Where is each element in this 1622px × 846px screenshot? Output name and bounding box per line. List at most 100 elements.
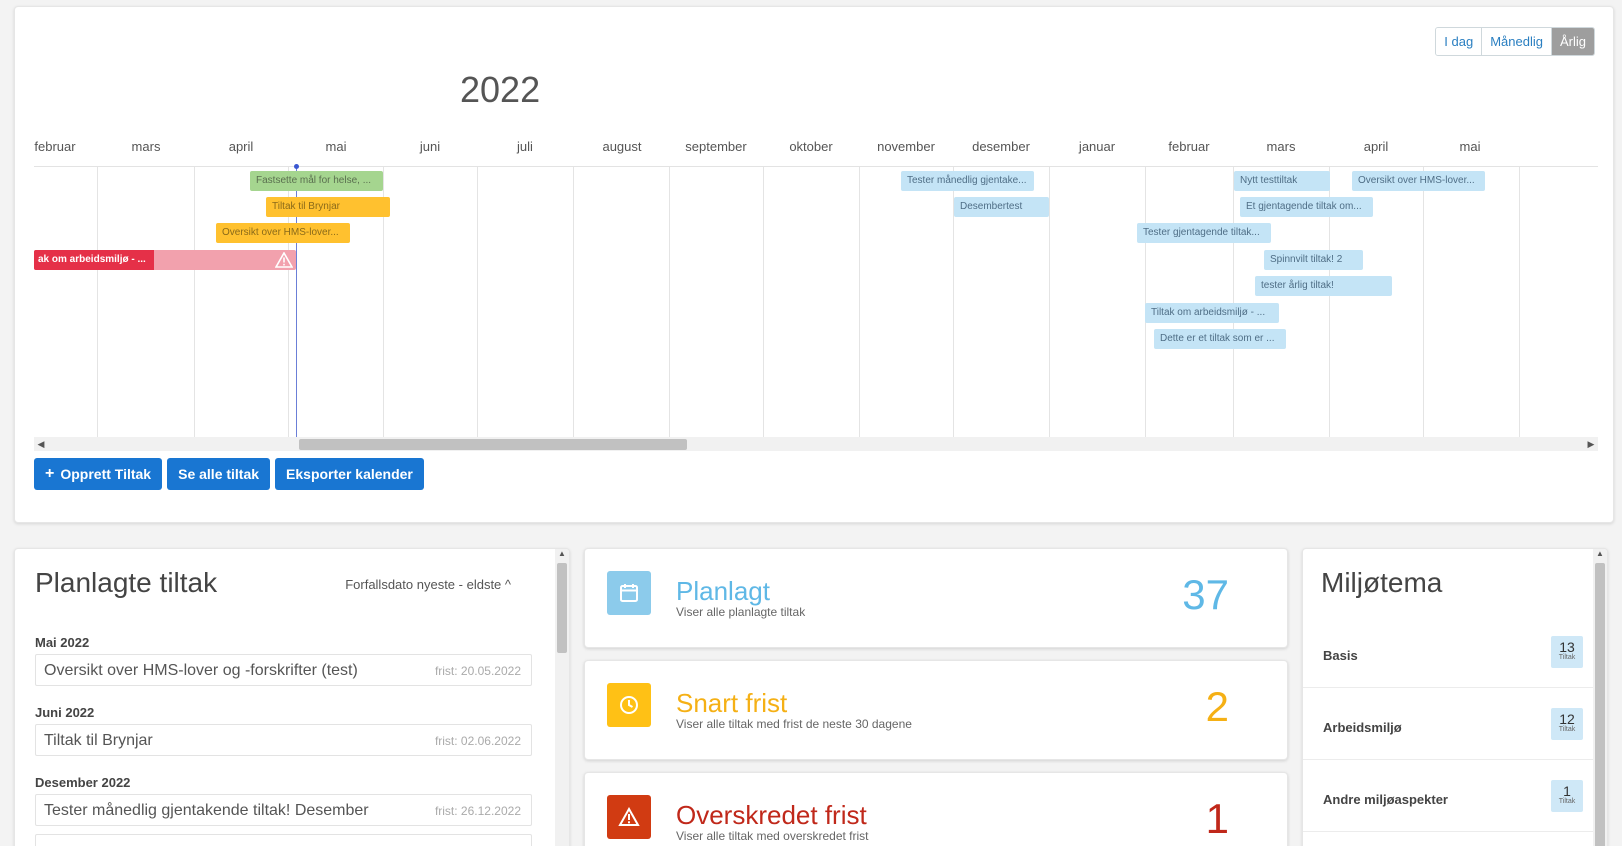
count-badge: 12 Tiltak — [1551, 708, 1583, 740]
calendar-card: I dag Månedlig Årlig 2022 februar mars a… — [14, 6, 1614, 523]
gridline — [1519, 167, 1520, 437]
calendar-event[interactable]: Tiltak om arbeidsmiljø - ... — [1145, 303, 1279, 323]
group-label: Desember 2022 — [35, 775, 131, 790]
calendar-year: 2022 — [460, 69, 541, 110]
month-label: april — [1363, 139, 1389, 154]
count-badge: 13 Tiltak — [1551, 636, 1583, 668]
planned-item-title: Oversikt over HMS-lover og -forskrifter … — [44, 662, 358, 679]
stat-count: 1 — [1205, 795, 1229, 842]
month-label: august — [602, 139, 642, 154]
planned-item[interactable] — [35, 834, 532, 846]
calendar-event[interactable]: Et gjentagende tiltak om... — [1240, 197, 1373, 217]
stat-title: Overskredet frist — [676, 800, 867, 830]
scroll-up-icon[interactable]: ▲ — [555, 549, 569, 558]
environment-item[interactable]: Andre miljøaspekter 1 Tiltak — [1303, 760, 1593, 832]
calendar-event[interactable]: Tester gjentagende tiltak... — [1137, 223, 1271, 243]
month-header: februar mars april mai juni juli august … — [34, 127, 1598, 167]
calendar-event[interactable]: Oversikt over HMS-lover... — [1352, 171, 1485, 191]
plus-icon: + — [45, 465, 55, 482]
planned-item-due: frist: 26.12.2022 — [434, 804, 521, 818]
gridline — [763, 167, 764, 437]
stat-subtitle: Viser alle tiltak med overskredet frist — [676, 829, 869, 843]
stat-icon-box — [607, 571, 651, 615]
view-monthly-button[interactable]: Månedlig — [1482, 28, 1552, 55]
environment-item[interactable]: Basis 13 Tiltak — [1303, 616, 1593, 688]
planned-item[interactable]: Oversikt over HMS-lover og -forskrifter … — [35, 654, 532, 686]
badge-unit: Tiltak — [1558, 654, 1576, 661]
planned-item[interactable]: Tester månedlig gjentakende tiltak! Dese… — [35, 794, 532, 826]
gridline — [97, 167, 98, 437]
planned-item-title: Tester månedlig gjentakende tiltak! Dese… — [44, 802, 369, 819]
calendar-event[interactable]: Tester månedlig gjentake... — [901, 171, 1034, 191]
stat-count: 37 — [1182, 571, 1229, 618]
month-label: april — [228, 139, 254, 154]
calendar-event[interactable]: Tiltak til Brynjar — [266, 197, 390, 217]
gridline — [194, 167, 195, 437]
timeline-scrollbar[interactable]: ◀ ▶ — [34, 437, 1598, 451]
scroll-right-icon[interactable]: ▶ — [1584, 437, 1598, 451]
month-label: desember — [972, 139, 1030, 154]
calendar-event[interactable]: Dette er et tiltak som er ... — [1154, 329, 1286, 349]
stat-title: Snart frist — [676, 688, 788, 718]
sort-toggle[interactable]: Forfallsdato nyeste - eldste ^ — [345, 577, 511, 592]
gridline — [1423, 167, 1424, 437]
stat-count: 2 — [1205, 683, 1229, 730]
calendar-event[interactable]: Fastsette mål for helse, ... — [250, 171, 383, 191]
view-today-button[interactable]: I dag — [1436, 28, 1483, 55]
gridline — [859, 167, 860, 437]
today-marker-dot — [294, 164, 299, 169]
calendar-event[interactable]: tester årlig tiltak! — [1255, 276, 1392, 296]
month-label: mai — [1459, 139, 1481, 154]
gridline — [1049, 167, 1050, 437]
calendar-event[interactable]: Nytt testtiltak — [1234, 171, 1330, 191]
create-action-button[interactable]: + Opprett Tiltak — [34, 458, 163, 490]
environment-title: Miljøtema — [1321, 567, 1443, 598]
view-yearly-button[interactable]: Årlig — [1551, 28, 1594, 55]
stat-card-planned[interactable]: Planlagt Viser alle planlagte tiltak 37 — [584, 548, 1288, 648]
badge-unit: Tiltak — [1558, 726, 1576, 733]
group-label: Mai 2022 — [35, 635, 90, 650]
stat-icon-box — [607, 683, 651, 727]
stat-card-due-soon[interactable]: Snart frist Viser alle tiltak med frist … — [584, 660, 1288, 760]
scroll-thumb[interactable] — [299, 439, 687, 450]
planned-item-title: Tiltak til Brynjar — [44, 732, 153, 749]
scroll-up-icon[interactable]: ▲ — [1593, 549, 1607, 558]
scroll-thumb[interactable] — [1595, 563, 1605, 846]
stat-title: Planlagt — [676, 576, 770, 606]
planned-scrollbar[interactable]: ▲ — [555, 549, 569, 846]
event-label: ak om arbeidsmiljø - ... — [34, 250, 154, 270]
month-label: mars — [131, 139, 161, 154]
gridline — [1145, 167, 1146, 437]
badge-count: 13 — [1559, 639, 1575, 655]
calendar-event[interactable]: Desembertest — [954, 197, 1049, 217]
environment-item-name: Basis — [1323, 648, 1358, 663]
stat-card-overdue[interactable]: Overskredet frist Viser alle tiltak med … — [584, 772, 1288, 846]
month-label: november — [877, 139, 935, 154]
timeline: februar mars april mai juni juli august … — [34, 127, 1598, 457]
calendar-event-overdue[interactable]: ak om arbeidsmiljø - ... — [34, 250, 296, 270]
scroll-left-icon[interactable]: ◀ — [34, 437, 48, 451]
see-all-actions-button[interactable]: Se alle tiltak — [167, 458, 271, 490]
gridline — [573, 167, 574, 437]
calendar-icon — [620, 584, 638, 602]
environment-item[interactable]: Arbeidsmiljø 12 Tiltak — [1303, 688, 1593, 760]
month-label: september — [685, 139, 747, 154]
export-calendar-button[interactable]: Eksporter kalender — [275, 458, 424, 490]
calendar-actions: + Opprett Tiltak Se alle tiltak Eksporte… — [34, 458, 424, 490]
view-toggle: I dag Månedlig Årlig — [1435, 27, 1595, 56]
group-label: Juni 2022 — [35, 705, 95, 720]
stat-icon-box — [607, 795, 651, 839]
badge-count: 1 — [1563, 783, 1571, 799]
environment-item-name: Andre miljøaspekter — [1323, 792, 1448, 807]
month-label: oktober — [789, 139, 833, 154]
month-label: juni — [419, 139, 441, 154]
month-label: juli — [517, 139, 533, 154]
planned-item[interactable]: Tiltak til Brynjar frist: 02.06.2022 — [35, 724, 532, 756]
calendar-event[interactable]: Oversikt over HMS-lover... — [216, 223, 350, 243]
environment-scrollbar[interactable]: ▲ — [1593, 549, 1607, 846]
warning-icon — [275, 252, 293, 268]
stat-subtitle: Viser alle planlagte tiltak — [676, 605, 806, 619]
gridline — [669, 167, 670, 437]
scroll-thumb[interactable] — [557, 563, 567, 653]
calendar-event[interactable]: Spinnvilt tiltak! 2 — [1264, 250, 1363, 270]
